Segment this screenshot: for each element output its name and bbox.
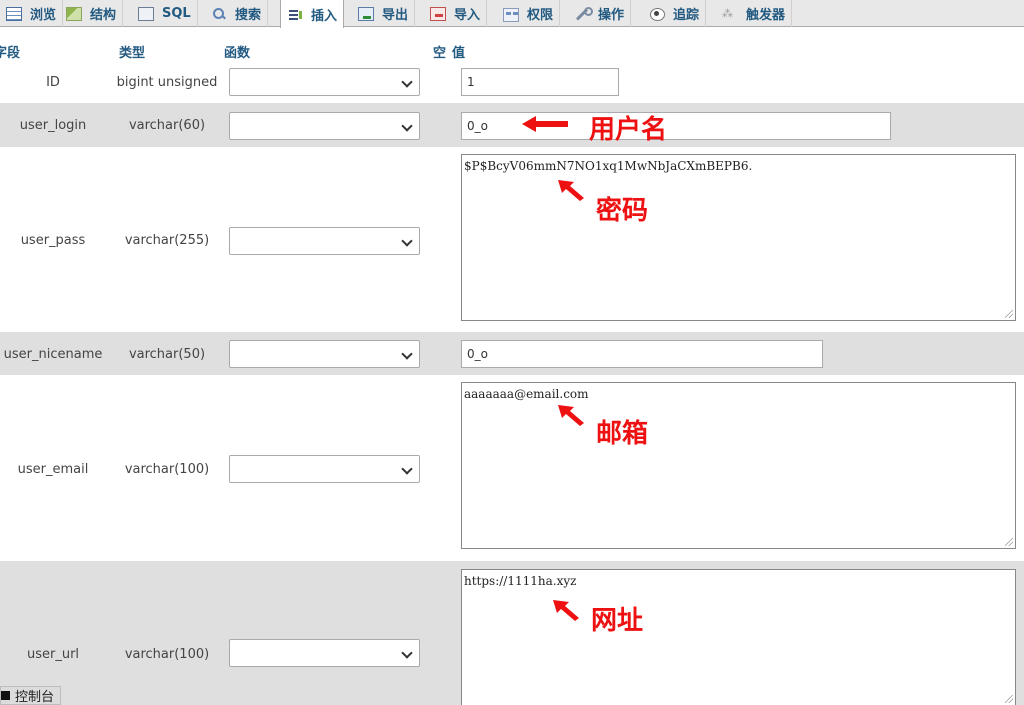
tab-export[interactable]: 导出 — [352, 0, 416, 27]
field-name: user_pass — [20, 233, 86, 248]
magnifier-search-icon — [211, 7, 227, 21]
function-select[interactable] — [229, 68, 420, 96]
annotation-username: 用户名 — [589, 115, 668, 145]
wrench-icon — [574, 6, 593, 21]
header-value[interactable]: 值 — [452, 42, 465, 61]
field-name: user_url — [26, 647, 80, 662]
console-toggle[interactable]: 控制台 — [0, 686, 62, 705]
header-type[interactable]: 类型 — [119, 42, 145, 61]
tab-triggers[interactable]: ⁂ 触发器 — [716, 0, 793, 27]
tab-tracking[interactable]: 追踪 — [643, 0, 707, 27]
arrow-upleft-annotation — [558, 405, 584, 426]
field-type: varchar(50) — [128, 347, 206, 362]
value-textarea-user-url[interactable]: https://1111ha.xyz — [461, 569, 1016, 705]
value-input-id[interactable]: 1 — [461, 68, 619, 96]
annotation-password: 密码 — [596, 196, 649, 226]
row-user-nicename: user_nicename varchar(50) 0_o — [0, 332, 1024, 375]
tab-privileges[interactable]: 权限 — [497, 0, 561, 27]
row-user-login: user_login varchar(60) 0_o — [0, 103, 1024, 147]
field-type: varchar(100) — [124, 462, 210, 477]
field-name: ID — [46, 75, 60, 90]
field-name: user_login — [19, 118, 87, 133]
export-icon — [358, 6, 374, 21]
value-input-user-nicename[interactable]: 0_o — [461, 340, 823, 368]
annotation-url: 网址 — [591, 606, 644, 636]
insert-rows-icon — [287, 7, 303, 21]
table-browse-icon — [6, 6, 22, 21]
function-select[interactable] — [229, 112, 420, 140]
arrow-upleft-annotation — [553, 600, 579, 621]
tab-sql[interactable]: SQL — [132, 0, 198, 27]
triggers-icon: ⁂ — [722, 6, 733, 20]
tab-search[interactable]: 搜索 — [205, 0, 269, 27]
console-label: 控制台 — [15, 690, 55, 705]
arrow-upleft-annotation — [558, 180, 584, 201]
tab-structure[interactable]: 结构 — [60, 0, 124, 27]
tab-operations[interactable]: 操作 — [568, 0, 632, 27]
field-name: user_nicename — [3, 347, 103, 362]
field-type: varchar(100) — [124, 647, 210, 662]
function-select[interactable] — [229, 340, 420, 368]
value-textarea-user-email[interactable]: aaaaaaa@email.com — [461, 382, 1016, 549]
field-type: varchar(60) — [128, 118, 206, 133]
row-user-email: user_email varchar(100) aaaaaaa@email.co… — [0, 375, 1024, 561]
eye-tracking-icon — [649, 7, 665, 21]
tab-insert[interactable]: 插入 — [280, 0, 345, 28]
header-field[interactable]: 字段 — [0, 42, 20, 61]
arrow-left-annotation — [522, 116, 568, 132]
row-user-url: user_url varchar(100) https://1111ha.xyz — [0, 561, 1024, 705]
privileges-icon — [503, 7, 519, 22]
tab-import[interactable]: 导入 — [424, 0, 488, 27]
console-icon — [1, 691, 10, 700]
header-null[interactable]: 空 — [433, 42, 446, 61]
tab-bar: 浏览 结构 SQL 搜索 插入 导出 导入 权限 操作 追踪 ⁂ 触发器 — [0, 0, 1024, 28]
field-type: varchar(255) — [124, 233, 210, 248]
tab-browse[interactable]: 浏览 — [0, 0, 64, 27]
row-user-pass: user_pass varchar(255) $P$BcyV06mmN7NO1x… — [0, 147, 1024, 332]
function-select[interactable] — [229, 639, 420, 667]
field-name: user_email — [17, 462, 89, 477]
row-id: ID bigint unsigned 1 — [0, 63, 1024, 103]
field-type: bigint unsigned — [116, 75, 218, 90]
function-select[interactable] — [229, 455, 420, 483]
import-icon — [430, 6, 446, 21]
structure-icon — [66, 6, 82, 21]
header-function[interactable]: 函数 — [224, 42, 250, 61]
function-select[interactable] — [229, 227, 420, 255]
annotation-email: 邮箱 — [596, 419, 649, 449]
value-textarea-user-pass[interactable]: $P$BcyV06mmN7NO1xq1MwNbJaCXmBEPB6. — [461, 154, 1016, 321]
sql-document-icon — [138, 6, 154, 21]
